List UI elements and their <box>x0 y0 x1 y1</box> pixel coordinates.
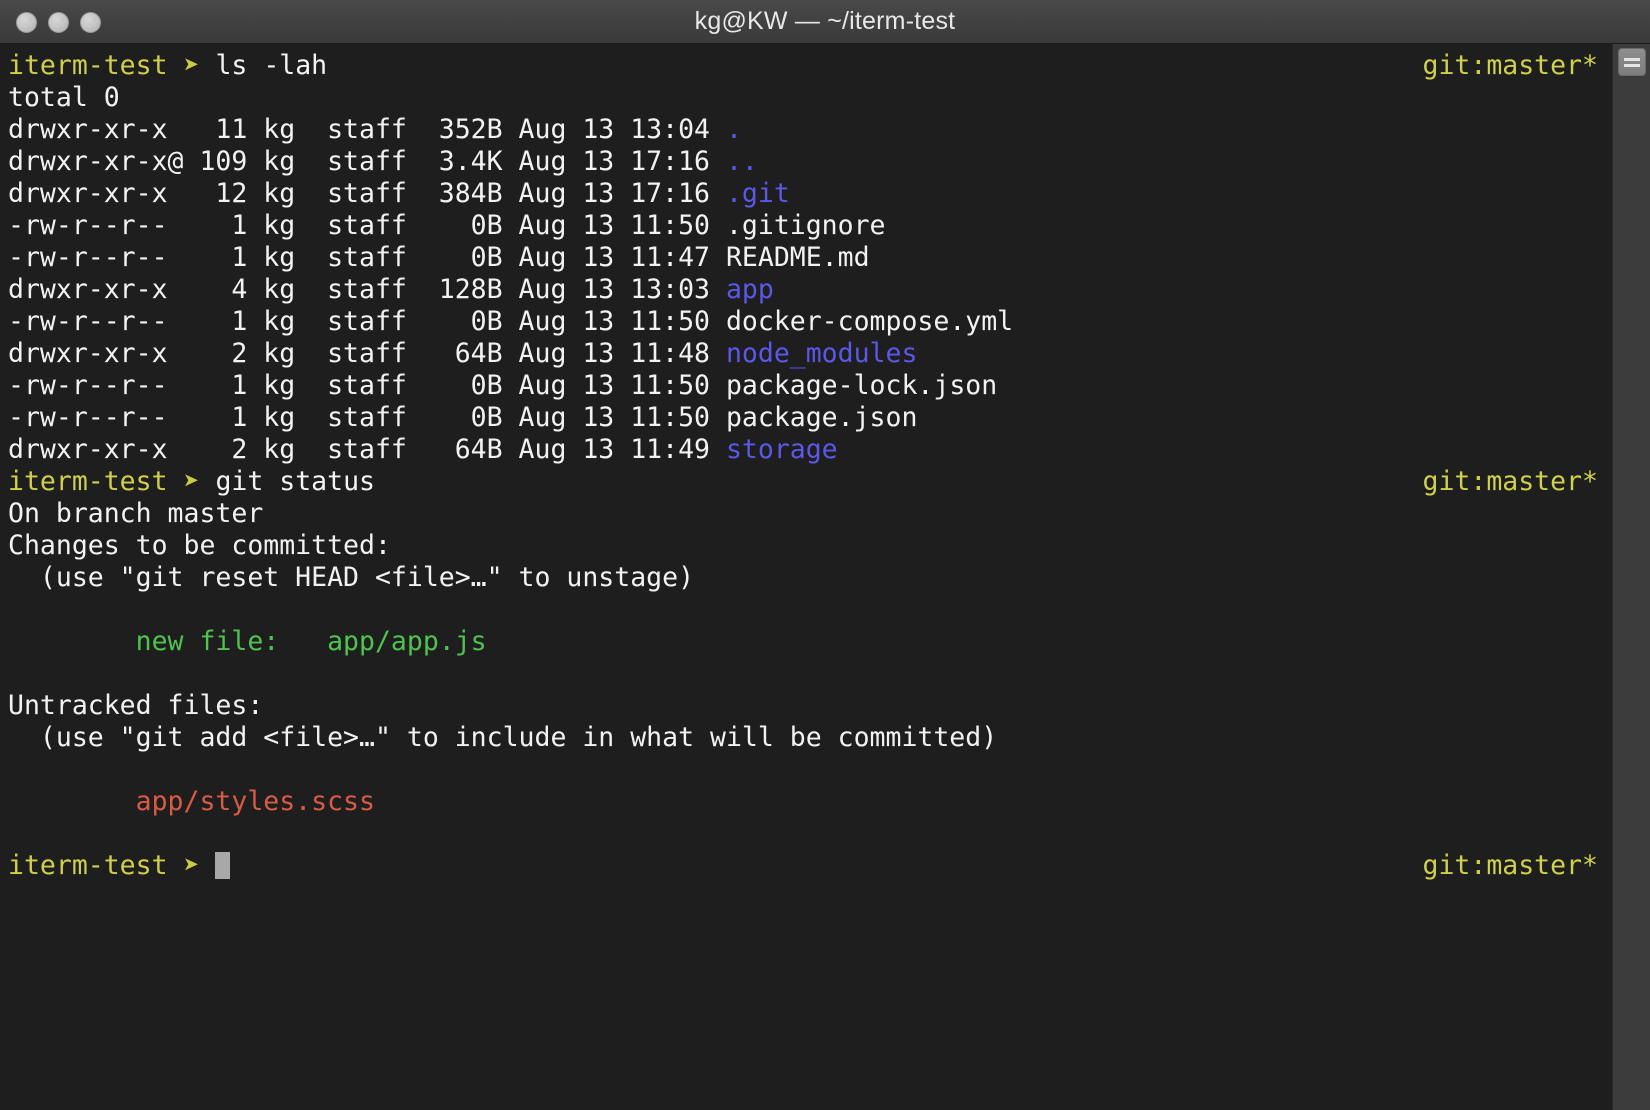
prompt-arrow-icon: ➤ <box>183 50 200 81</box>
blank-line <box>8 818 1612 850</box>
file-list-row: -rw-r--r-- 1 kg staff 0B Aug 13 11:50 pa… <box>8 402 1612 434</box>
git-branch-indicator: git:master* <box>1422 50 1599 81</box>
untracked-file-text: app/styles.scss <box>8 786 375 817</box>
file-name: docker-compose.yml <box>725 306 1014 337</box>
file-name: .git <box>725 178 790 209</box>
output-line: total 0 <box>8 82 1612 114</box>
file-list-row: drwxr-xr-x 2 kg staff 64B Aug 13 11:48 n… <box>8 338 1612 370</box>
prompt-label: iterm-test <box>8 50 168 81</box>
output-text: Untracked files: <box>8 690 264 721</box>
file-name: node_modules <box>725 338 918 369</box>
file-list-row: -rw-r--r-- 1 kg staff 0B Aug 13 11:50 .g… <box>8 210 1612 242</box>
file-list-row: drwxr-xr-x 11 kg staff 352B Aug 13 13:04… <box>8 114 1612 146</box>
scroll-thumb[interactable] <box>1618 48 1646 76</box>
terminal-output[interactable]: iterm-test ➤ ls -lah git:master* total 0 dr… <box>0 44 1612 1110</box>
prompt-line: iterm-test ➤ git:master* <box>8 850 1612 882</box>
file-name: package.json <box>725 402 918 433</box>
output-text: On branch master <box>8 498 264 529</box>
file-list-row: drwxr-xr-x 4 kg staff 128B Aug 13 13:03 … <box>8 274 1612 306</box>
git-branch-indicator: git:master* <box>1422 466 1599 497</box>
file-meta: drwxr-xr-x 2 kg staff 64B Aug 13 11:48 <box>8 338 726 369</box>
file-meta: -rw-r--r-- 1 kg staff 0B Aug 13 11:50 <box>8 306 726 337</box>
file-name: storage <box>725 434 838 465</box>
file-name: .gitignore <box>725 210 886 241</box>
file-meta: drwxr-xr-x 2 kg staff 64B Aug 13 11:49 <box>8 434 726 465</box>
blank-line <box>8 594 1612 626</box>
prompt-label: iterm-test <box>8 466 168 497</box>
staged-file-line: new file: app/app.js <box>8 626 1612 658</box>
scroll-thumb-line <box>1624 57 1640 61</box>
window-titlebar[interactable]: kg@KW — ~/iterm-test <box>0 0 1650 44</box>
file-list-row: -rw-r--r-- 1 kg staff 0B Aug 13 11:50 pa… <box>8 370 1612 402</box>
git-branch-indicator: git:master* <box>1422 850 1599 881</box>
output-line: Changes to be committed: <box>8 530 1612 562</box>
command-text: ls -lah <box>215 50 328 81</box>
output-line: Untracked files: <box>8 690 1612 722</box>
output-line: (use "git reset HEAD <file>…" to unstage… <box>8 562 1612 594</box>
file-meta: drwxr-xr-x 4 kg staff 128B Aug 13 13:03 <box>8 274 726 305</box>
output-text: Changes to be committed: <box>8 530 391 561</box>
file-name: README.md <box>725 242 870 273</box>
file-meta: drwxr-xr-x 11 kg staff 352B Aug 13 13:04 <box>8 114 726 145</box>
window-title: kg@KW — ~/iterm-test <box>694 7 956 35</box>
file-meta: -rw-r--r-- 1 kg staff 0B Aug 13 11:47 <box>8 242 726 273</box>
zoom-button[interactable] <box>80 11 101 33</box>
file-name: package-lock.json <box>725 370 998 401</box>
file-name: . <box>725 114 742 145</box>
file-list-row: -rw-r--r-- 1 kg staff 0B Aug 13 11:47 RE… <box>8 242 1612 274</box>
output-text: (use "git add <file>…" to include in wha… <box>8 722 998 753</box>
untracked-file-line: app/styles.scss <box>8 786 1612 818</box>
terminal-window: kg@KW — ~/iterm-test iterm-test ➤ ls -la… <box>0 0 1650 1110</box>
file-meta: drwxr-xr-x@ 109 kg staff 3.4K Aug 13 17:… <box>8 146 726 177</box>
prompt-arrow-icon: ➤ <box>183 466 200 497</box>
file-meta: -rw-r--r-- 1 kg staff 0B Aug 13 11:50 <box>8 210 726 241</box>
file-name: app <box>725 274 774 305</box>
blank-line <box>8 754 1612 786</box>
terminal-scrollbar[interactable] <box>1612 44 1650 1110</box>
file-name: .. <box>725 146 758 177</box>
output-line: On branch master <box>8 498 1612 530</box>
minimize-button[interactable] <box>48 11 69 33</box>
output-text: (use "git reset HEAD <file>…" to unstage… <box>8 562 695 593</box>
file-list-row: drwxr-xr-x 2 kg staff 64B Aug 13 11:49 s… <box>8 434 1612 466</box>
prompt-label: iterm-test <box>8 850 168 881</box>
file-meta: -rw-r--r-- 1 kg staff 0B Aug 13 11:50 <box>8 402 726 433</box>
output-text: total 0 <box>8 82 120 113</box>
traffic-light-buttons <box>16 0 101 44</box>
blank-line <box>8 658 1612 690</box>
prompt-arrow-icon: ➤ <box>183 850 200 881</box>
file-list-row: -rw-r--r-- 1 kg staff 0B Aug 13 11:50 do… <box>8 306 1612 338</box>
file-meta: drwxr-xr-x 12 kg staff 384B Aug 13 17:16 <box>8 178 726 209</box>
output-line: (use "git add <file>…" to include in wha… <box>8 722 1612 754</box>
file-meta: -rw-r--r-- 1 kg staff 0B Aug 13 11:50 <box>8 370 726 401</box>
close-button[interactable] <box>16 11 37 33</box>
text-cursor <box>215 852 231 879</box>
prompt-line: iterm-test ➤ ls -lah git:master* <box>8 50 1612 82</box>
prompt-line: iterm-test ➤ git status git:master* <box>8 466 1612 498</box>
staged-file-text: new file: app/app.js <box>8 626 487 657</box>
file-list-row: drwxr-xr-x@ 109 kg staff 3.4K Aug 13 17:… <box>8 146 1612 178</box>
command-text: git status <box>215 466 375 497</box>
file-list-row: drwxr-xr-x 12 kg staff 384B Aug 13 17:16… <box>8 178 1612 210</box>
scroll-thumb-line <box>1624 63 1640 67</box>
terminal-body: iterm-test ➤ ls -lah git:master* total 0 dr… <box>0 44 1650 1110</box>
